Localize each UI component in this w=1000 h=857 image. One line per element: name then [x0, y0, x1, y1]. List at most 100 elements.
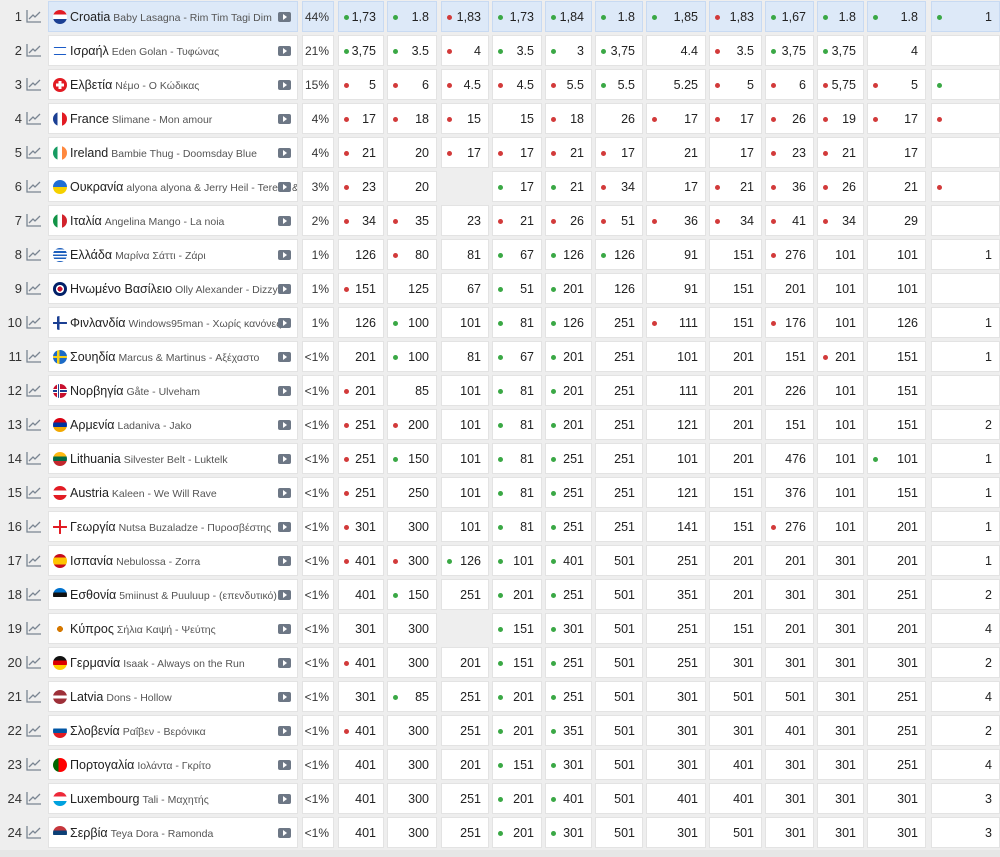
odds-cell[interactable]: 151 — [709, 239, 762, 270]
odds-cell[interactable]: 251 — [545, 681, 592, 712]
video-play-icon[interactable] — [278, 216, 291, 226]
odds-cell[interactable]: 17 — [595, 137, 643, 168]
odds-cell[interactable]: 101 — [441, 511, 489, 542]
contestant-cell[interactable]: Πορτογαλία Ιολάντα - Γκρίτο — [48, 749, 298, 780]
odds-cell[interactable]: 15 — [492, 103, 542, 134]
contestant-cell[interactable]: Ελβετία Νέμο - Ο Κώδικας — [48, 69, 298, 100]
trend-chart-icon[interactable] — [26, 349, 42, 363]
odds-cell[interactable]: 401 — [646, 783, 706, 814]
odds-cell[interactable]: 101 — [867, 239, 926, 270]
odds-cell[interactable]: 101 — [867, 443, 926, 474]
video-play-icon[interactable] — [278, 284, 291, 294]
odds-cell[interactable]: 501 — [595, 783, 643, 814]
odds-cell[interactable]: 5 — [709, 69, 762, 100]
video-play-icon[interactable] — [278, 828, 291, 838]
odds-cell[interactable]: 3.5 — [709, 35, 762, 66]
odds-cell[interactable]: 101 — [817, 239, 864, 270]
odds-cell[interactable]: 23 — [338, 171, 384, 202]
odds-cell[interactable]: 17 — [492, 137, 542, 168]
odds-cell[interactable]: 251 — [441, 783, 489, 814]
odds-cell[interactable]: 201 — [867, 613, 926, 644]
odds-cell[interactable]: 17 — [709, 103, 762, 134]
odds-cell[interactable]: 81 — [492, 409, 542, 440]
odds-cell[interactable]: 126 — [867, 307, 926, 338]
video-play-icon[interactable] — [278, 182, 291, 192]
odds-cell[interactable]: 4 — [931, 749, 1000, 780]
odds-cell[interactable]: 201 — [545, 409, 592, 440]
odds-cell[interactable]: 81 — [441, 239, 489, 270]
odds-cell[interactable]: 201 — [765, 273, 814, 304]
odds-cell[interactable]: 18 — [545, 103, 592, 134]
trend-chart-icon[interactable] — [26, 723, 42, 737]
odds-cell[interactable]: 41 — [765, 205, 814, 236]
contestant-cell[interactable]: Γερμανία Isaak - Always on the Run — [48, 647, 298, 678]
odds-cell[interactable]: 251 — [441, 715, 489, 746]
odds-cell[interactable]: 81 — [492, 443, 542, 474]
odds-cell[interactable]: 67 — [441, 273, 489, 304]
odds-cell[interactable]: 476 — [765, 443, 814, 474]
odds-cell[interactable]: 301 — [867, 817, 926, 848]
odds-cell[interactable]: 251 — [545, 477, 592, 508]
odds-cell[interactable]: 151 — [709, 273, 762, 304]
odds-cell[interactable]: 100 — [387, 307, 437, 338]
odds-cell[interactable]: 80 — [387, 239, 437, 270]
video-play-icon[interactable] — [278, 46, 291, 56]
odds-cell[interactable]: 101 — [441, 409, 489, 440]
odds-cell[interactable]: 401 — [765, 715, 814, 746]
odds-cell[interactable]: 251 — [867, 579, 926, 610]
odds-cell[interactable]: 126 — [595, 273, 643, 304]
odds-cell[interactable]: 150 — [387, 443, 437, 474]
contestant-cell[interactable]: Ireland Bambie Thug - Doomsday Blue — [48, 137, 298, 168]
odds-cell[interactable]: 3,75 — [595, 35, 643, 66]
odds-cell[interactable]: 301 — [338, 511, 384, 542]
trend-chart-icon[interactable] — [26, 451, 42, 465]
odds-cell[interactable]: 3.5 — [492, 35, 542, 66]
table-row[interactable]: 8 Ελλάδα Μαρίνα Σάττι - Ζάρι 1% 126 80 81 67 126… — [0, 238, 1000, 272]
odds-cell[interactable]: 17 — [441, 137, 489, 168]
odds-cell[interactable]: 201 — [492, 681, 542, 712]
odds-cell[interactable]: 91 — [646, 273, 706, 304]
odds-cell[interactable]: 201 — [545, 375, 592, 406]
odds-cell[interactable]: 501 — [595, 545, 643, 576]
odds-cell[interactable]: 250 — [387, 477, 437, 508]
odds-cell[interactable]: 201 — [492, 817, 542, 848]
odds-cell[interactable]: 301 — [646, 681, 706, 712]
odds-cell[interactable]: 251 — [867, 681, 926, 712]
odds-cell[interactable]: 1 — [931, 443, 1000, 474]
odds-cell[interactable]: 201 — [709, 545, 762, 576]
odds-cell[interactable]: 251 — [595, 375, 643, 406]
odds-cell[interactable]: 151 — [709, 613, 762, 644]
odds-cell[interactable]: 301 — [765, 647, 814, 678]
video-play-icon[interactable] — [278, 692, 291, 702]
odds-cell[interactable]: 251 — [595, 477, 643, 508]
odds-cell[interactable]: 100 — [387, 341, 437, 372]
odds-cell[interactable]: 251 — [595, 307, 643, 338]
trend-chart-icon[interactable] — [26, 621, 42, 635]
video-play-icon[interactable] — [278, 80, 291, 90]
odds-cell[interactable]: 6 — [765, 69, 814, 100]
contestant-cell[interactable]: Νορβηγία Gåte - Ulveham — [48, 375, 298, 406]
odds-cell[interactable] — [931, 103, 1000, 134]
odds-cell[interactable]: 301 — [867, 647, 926, 678]
odds-cell[interactable]: 501 — [595, 715, 643, 746]
odds-cell[interactable]: 4.4 — [646, 35, 706, 66]
odds-cell[interactable]: 301 — [817, 783, 864, 814]
contestant-cell[interactable]: Ιταλία Angelina Mango - La noia — [48, 205, 298, 236]
odds-cell[interactable]: 51 — [595, 205, 643, 236]
odds-cell[interactable]: 301 — [817, 749, 864, 780]
odds-cell[interactable]: 111 — [646, 307, 706, 338]
video-play-icon[interactable] — [278, 794, 291, 804]
odds-cell[interactable]: 151 — [338, 273, 384, 304]
odds-cell[interactable]: 201 — [709, 443, 762, 474]
trend-chart-icon[interactable] — [26, 315, 42, 329]
odds-cell[interactable]: 300 — [387, 511, 437, 542]
odds-cell[interactable]: 300 — [387, 613, 437, 644]
odds-cell[interactable]: 301 — [817, 545, 864, 576]
odds-cell[interactable]: 26 — [765, 103, 814, 134]
odds-cell[interactable]: 251 — [595, 341, 643, 372]
odds-cell[interactable]: 301 — [817, 579, 864, 610]
trend-chart-icon[interactable] — [26, 689, 42, 703]
odds-cell[interactable]: 15 — [441, 103, 489, 134]
trend-chart-icon[interactable] — [26, 553, 42, 567]
odds-cell[interactable] — [931, 69, 1000, 100]
